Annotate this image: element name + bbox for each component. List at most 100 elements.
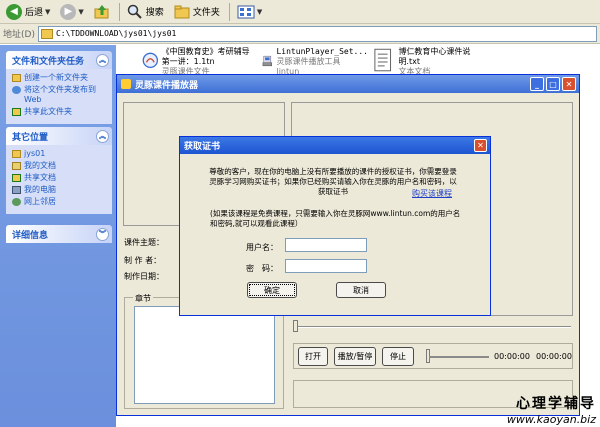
minimize-icon: _ [535, 79, 539, 89]
my-documents-icon [12, 162, 21, 170]
back-button[interactable]: ◀ 后退 ▼ [2, 2, 54, 22]
chevron-down-icon[interactable]: ▼ [45, 8, 50, 16]
place-label: jys01 [24, 149, 46, 158]
time-total: 00:00:00 [536, 352, 572, 361]
file-tasks-title: 文件和文件夹任务 [12, 56, 85, 67]
close-button[interactable]: ✕ [562, 77, 576, 91]
time-current: 00:00:00 [494, 352, 530, 361]
task-new-folder[interactable]: 创建一个新文件夹 [12, 73, 109, 83]
player-app-icon [121, 79, 131, 89]
toolbar-separator [228, 2, 230, 21]
progress-slider-thumb[interactable] [293, 320, 298, 332]
toolbar-separator [118, 2, 120, 21]
close-icon: ✕ [477, 141, 484, 150]
minimize-button[interactable]: _ [530, 77, 544, 91]
file-tasks-panel: 文件和文件夹任务 ︽ 创建一个新文件夹 将这个文件夹发布到 Web 共享此文件夹 [6, 51, 112, 124]
chapter-label: 章节 [133, 293, 153, 304]
maximize-button[interactable]: □ [546, 77, 560, 91]
search-button[interactable]: 搜索 [123, 2, 168, 22]
free-course-note: (如果该课程是免费课程，只需要输入你在灵豚网www.lintun.com的用户名… [210, 209, 461, 228]
dialog-title: 获取证书 [184, 142, 221, 152]
file-type: 灵豚课件播放工具 [276, 57, 341, 66]
file-name: 博仁教育中心课件说明.txt [398, 47, 471, 66]
collapse-chevron-icon[interactable]: ︽ [96, 129, 109, 143]
watermark: 心理学辅导 www.kaoyan.biz [507, 393, 596, 426]
player-title: 灵豚课件播放器 [135, 80, 199, 91]
file-name: LintunPlayer_Set... [276, 47, 368, 56]
dialog-titlebar[interactable]: 获取证书 [180, 137, 490, 154]
folder-icon [12, 150, 21, 158]
play-pause-button[interactable]: 播放/暂停 [334, 347, 376, 366]
place-my-computer[interactable]: 我的电脑 [12, 185, 109, 195]
folders-label: 文件夹 [192, 8, 220, 18]
place-label: 我的文档 [24, 161, 56, 170]
installer-icon [262, 55, 272, 67]
chapter-list[interactable] [134, 306, 275, 404]
place-label: 共享文档 [24, 173, 56, 182]
lingtun-course-icon [142, 52, 159, 69]
text-file-icon [374, 48, 392, 72]
views-button[interactable]: ▼ [233, 2, 266, 22]
file-item[interactable]: 博仁教育中心课件说明.txt 文本文档 [370, 47, 490, 77]
explorer-toolbar: ◀ 后退 ▼ ▶ ▼ 搜索 文件夹 ▼ [0, 0, 600, 24]
expand-chevron-icon[interactable]: ︾ [96, 227, 109, 241]
cancel-button[interactable]: 取消 [336, 282, 386, 298]
task-share-folder[interactable]: 共享此文件夹 [12, 107, 109, 117]
get-certificate-dialog: 获取证书 ✕ 尊敬的客户，现在你的电脑上没有所要播放的课件的授权证书，你需要登录… [179, 136, 491, 316]
other-places-body: jys01 我的文档 共享文档 我的电脑 网上邻居 [6, 145, 112, 214]
file-tasks-header[interactable]: 文件和文件夹任务 ︽ [6, 51, 112, 69]
details-panel: 详细信息 ︾ [6, 225, 112, 243]
address-bar: 地址(D) C:\TDDOWNLOAD\jys01\jys01 [0, 24, 600, 44]
place-label: 我的电脑 [24, 185, 56, 194]
ok-button[interactable]: 确定 [247, 282, 297, 298]
share-folder-icon [12, 108, 21, 116]
file-name: 《中国教育史》考研辅导第一讲：1.1tn [161, 47, 250, 66]
task-label: 共享此文件夹 [24, 107, 72, 116]
stop-button[interactable]: 停止 [382, 347, 414, 366]
details-header[interactable]: 详细信息 ︾ [6, 225, 112, 243]
player-titlebar[interactable]: 灵豚课件播放器 _ □ ✕ [117, 75, 579, 93]
up-folder-icon [94, 4, 109, 18]
address-label: 地址(D) [3, 30, 35, 40]
search-label: 搜索 [145, 8, 164, 18]
dialog-close-button[interactable]: ✕ [474, 139, 487, 152]
other-places-panel: 其它位置 ︽ jys01 我的文档 共享文档 我的电脑 网上邻居 [6, 127, 112, 214]
folders-icon [174, 5, 190, 18]
folder-icon [40, 28, 53, 39]
buy-course-link[interactable]: 购买该课程 [412, 188, 452, 199]
progress-track[interactable] [293, 326, 571, 328]
details-title: 详细信息 [12, 230, 49, 241]
network-icon [12, 198, 21, 206]
file-item[interactable]: LintunPlayer_Set... 灵豚课件播放工具 lintun [262, 47, 368, 77]
task-publish-web[interactable]: 将这个文件夹发布到 Web [12, 85, 109, 105]
up-folder-button[interactable] [90, 2, 114, 22]
open-button[interactable]: 打开 [298, 347, 328, 366]
username-input[interactable] [285, 238, 367, 252]
search-icon [127, 4, 142, 19]
place-my-documents[interactable]: 我的文档 [12, 161, 109, 171]
password-input[interactable] [285, 259, 367, 273]
close-icon: ✕ [565, 79, 573, 89]
watermark-title: 心理学辅导 [516, 396, 596, 412]
folders-button[interactable]: 文件夹 [170, 2, 224, 22]
place-shared-documents[interactable]: 共享文档 [12, 173, 109, 183]
forward-button[interactable]: ▶ ▼ [56, 2, 87, 22]
address-input[interactable]: C:\TDDOWNLOAD\jys01\jys01 [37, 25, 597, 42]
place-network[interactable]: 网上邻居 [12, 197, 109, 207]
collapse-chevron-icon[interactable]: ︽ [96, 53, 109, 67]
volume-track[interactable] [429, 356, 489, 358]
window-buttons: _ □ ✕ [528, 77, 576, 91]
views-icon [237, 5, 255, 18]
other-places-header[interactable]: 其它位置 ︽ [6, 127, 112, 145]
shared-documents-icon [12, 174, 21, 182]
chevron-down-icon[interactable]: ▼ [78, 8, 83, 16]
place-label: 网上邻居 [24, 197, 56, 206]
maximize-icon: □ [549, 79, 557, 89]
password-label: 密 码： [246, 264, 278, 273]
back-label: 后退 [25, 8, 44, 18]
watermark-url: www.kaoyan.biz [506, 413, 596, 426]
place-jys01[interactable]: jys01 [12, 149, 109, 159]
chevron-down-icon[interactable]: ▼ [257, 8, 262, 16]
file-item[interactable]: 《中国教育史》考研辅导第一讲：1.1tn 灵豚课件文件 [142, 47, 252, 77]
task-pane: 文件和文件夹任务 ︽ 创建一个新文件夹 将这个文件夹发布到 Web 共享此文件夹… [0, 45, 116, 427]
